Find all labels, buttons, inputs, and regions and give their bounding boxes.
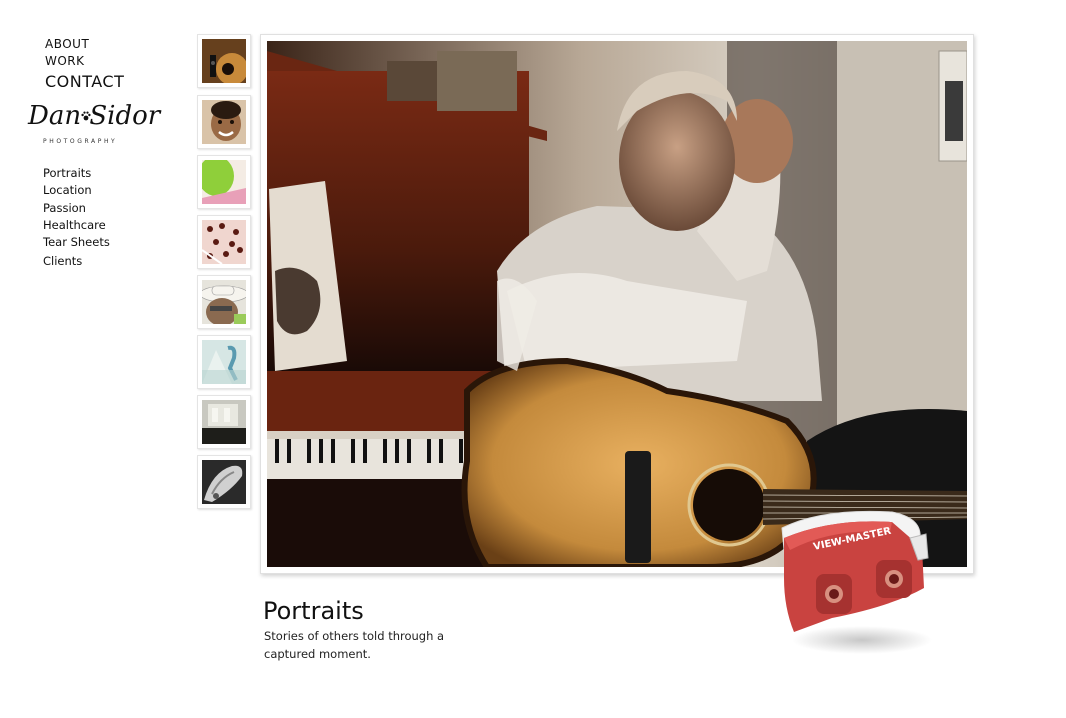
- nav-work-link[interactable]: WORK: [45, 53, 124, 70]
- category-nav: Portraits Location Passion Healthcare Te…: [43, 165, 110, 271]
- page-title: Portraits: [263, 597, 364, 626]
- category-clients-link[interactable]: Clients: [43, 253, 110, 270]
- view-master-graphic: VIEW-MASTER: [772, 508, 932, 658]
- top-nav: ABOUT WORK CONTACT: [45, 36, 124, 93]
- thumbnail-guitar[interactable]: [197, 34, 251, 88]
- thumbnail-green-balloon[interactable]: [197, 155, 251, 209]
- category-portraits-link[interactable]: Portraits: [43, 165, 110, 182]
- thumbnail-xray[interactable]: [197, 455, 251, 509]
- category-healthcare-link[interactable]: Healthcare: [43, 217, 110, 234]
- thumbnail-interior[interactable]: [197, 395, 251, 449]
- category-tear-sheets-link[interactable]: Tear Sheets: [43, 234, 110, 251]
- thumbnail-child-portrait[interactable]: [197, 95, 251, 149]
- nav-about-link[interactable]: ABOUT: [45, 36, 124, 53]
- category-passion-link[interactable]: Passion: [43, 200, 110, 217]
- thumbnail-cowboy-hat[interactable]: [197, 275, 251, 329]
- nav-contact-link[interactable]: CONTACT: [45, 71, 124, 93]
- dan-sidor-logo[interactable]: Dan Sidor PHOTOGRAPHY: [28, 100, 160, 150]
- paw-icon: [81, 111, 91, 121]
- thumbnail-pills[interactable]: [197, 215, 251, 269]
- main-photo-frame: [260, 34, 974, 574]
- category-location-link[interactable]: Location: [43, 182, 110, 199]
- page-description: Stories of others told through a capture…: [264, 628, 445, 661]
- logo-name: Dan Sidor: [28, 101, 161, 131]
- thumbnail-ribbon[interactable]: [197, 335, 251, 389]
- main-photo-guitarist[interactable]: [267, 41, 967, 567]
- logo-subtitle: PHOTOGRAPHY: [43, 138, 118, 145]
